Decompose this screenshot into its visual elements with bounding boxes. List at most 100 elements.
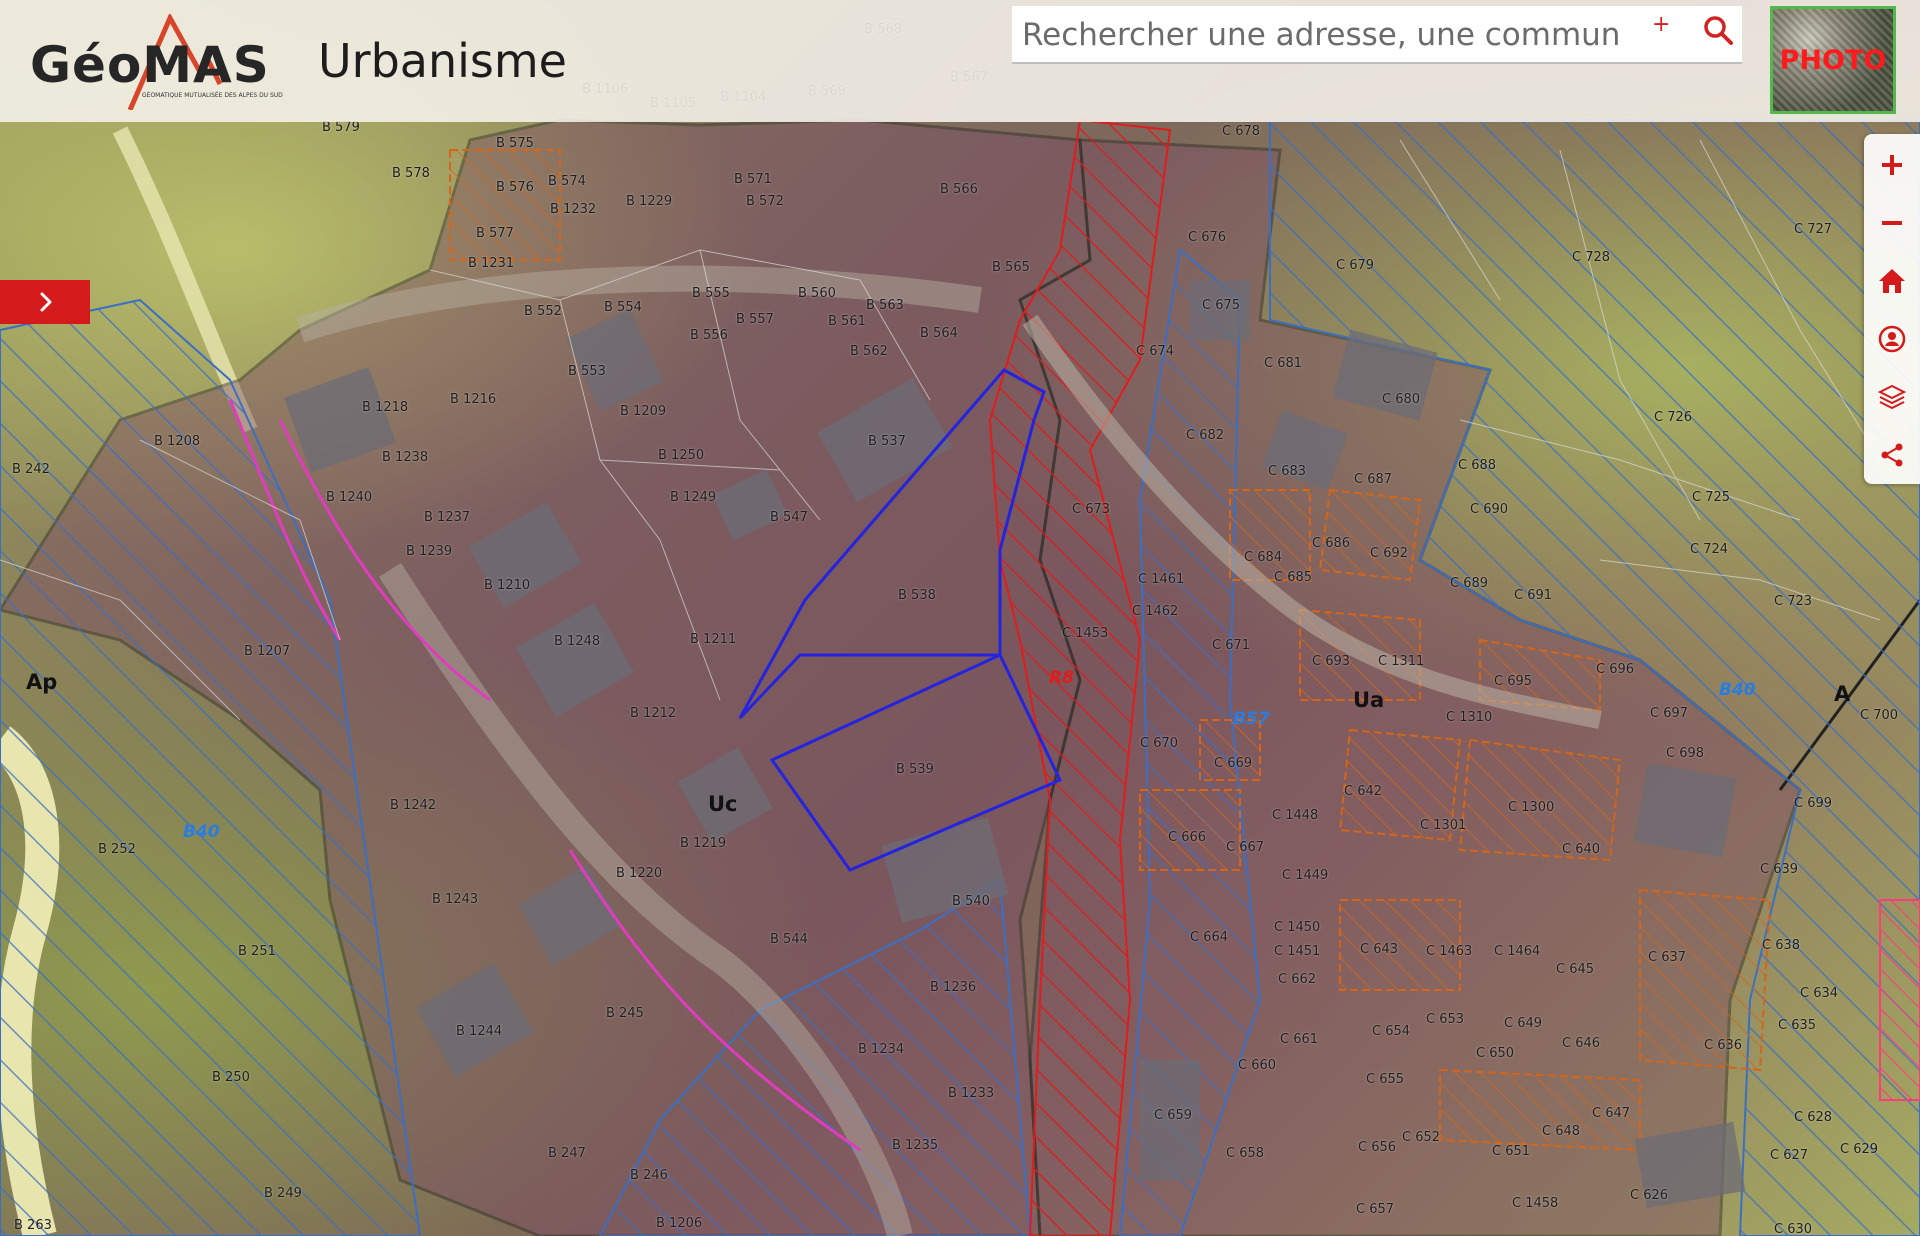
parcel-label-c723[interactable]: C 723 [1774, 594, 1812, 609]
parcel-label-c691[interactable]: C 691 [1514, 588, 1552, 603]
parcel-label-b249[interactable]: B 249 [264, 1186, 302, 1201]
parcel-label-b1244[interactable]: B 1244 [456, 1024, 502, 1039]
parcel-label-c664[interactable]: C 664 [1190, 930, 1228, 945]
parcel-label-c700[interactable]: C 700 [1860, 708, 1898, 723]
parcel-label-c673[interactable]: C 673 [1072, 502, 1110, 517]
parcel-label-b578[interactable]: B 578 [392, 166, 430, 181]
parcel-label-c689[interactable]: C 689 [1450, 576, 1488, 591]
parcel-label-b1231[interactable]: B 1231 [468, 256, 514, 271]
parcel-label-b538[interactable]: B 538 [898, 588, 936, 603]
parcel-label-b1229[interactable]: B 1229 [626, 194, 672, 209]
map-view[interactable]: Ap Uc Ua A B40 B57 B40 R8 B 578 B 575 B 57… [0, 0, 1920, 1236]
parcel-label-b1234[interactable]: B 1234 [858, 1042, 904, 1057]
parcel-label-c685[interactable]: C 685 [1274, 570, 1312, 585]
parcel-label-b1243[interactable]: B 1243 [432, 892, 478, 907]
parcel-label-b571[interactable]: B 571 [734, 172, 772, 187]
parcel-label-c1463[interactable]: C 1463 [1426, 944, 1472, 959]
parcel-label-b554[interactable]: B 554 [604, 300, 642, 315]
parcel-label-c683[interactable]: C 683 [1268, 464, 1306, 479]
parcel-label-c681[interactable]: C 681 [1264, 356, 1302, 371]
parcel-label-c647[interactable]: C 647 [1592, 1106, 1630, 1121]
parcel-label-c657[interactable]: C 657 [1356, 1202, 1394, 1217]
parcel-label-b576[interactable]: B 576 [496, 180, 534, 195]
parcel-label-c696[interactable]: C 696 [1596, 662, 1634, 677]
parcel-label-c1448[interactable]: C 1448 [1272, 808, 1318, 823]
parcel-label-b1233[interactable]: B 1233 [948, 1086, 994, 1101]
parcel-label-c1462[interactable]: C 1462 [1132, 604, 1178, 619]
parcel-label-b1207[interactable]: B 1207 [244, 644, 290, 659]
parcel-label-b564[interactable]: B 564 [920, 326, 958, 341]
parcel-label-c627[interactable]: C 627 [1770, 1148, 1808, 1163]
parcel-label-b1211[interactable]: B 1211 [690, 632, 736, 647]
parcel-label-b556[interactable]: B 556 [690, 328, 728, 343]
parcel-label-c635[interactable]: C 635 [1778, 1018, 1816, 1033]
parcel-label-c650[interactable]: C 650 [1476, 1046, 1514, 1061]
parcel-label-c686[interactable]: C 686 [1312, 536, 1350, 551]
parcel-label-c1301[interactable]: C 1301 [1420, 818, 1466, 833]
parcel-label-c645[interactable]: C 645 [1556, 962, 1594, 977]
parcel-label-c669[interactable]: C 669 [1214, 756, 1252, 771]
parcel-label-c654[interactable]: C 654 [1372, 1024, 1410, 1039]
parcel-label-b561[interactable]: B 561 [828, 314, 866, 329]
parcel-label-c682[interactable]: C 682 [1186, 428, 1224, 443]
parcel-label-c1449[interactable]: C 1449 [1282, 868, 1328, 883]
layers-button[interactable] [1864, 368, 1920, 426]
parcel-label-c671[interactable]: C 671 [1212, 638, 1250, 653]
parcel-label-c678[interactable]: C 678 [1222, 124, 1260, 139]
parcel-label-b263[interactable]: B 263 [14, 1218, 52, 1233]
parcel-label-c1461[interactable]: C 1461 [1138, 572, 1184, 587]
parcel-label-c659[interactable]: C 659 [1154, 1108, 1192, 1123]
parcel-label-b575[interactable]: B 575 [496, 136, 534, 151]
parcel-label-c1453[interactable]: C 1453 [1062, 626, 1108, 641]
parcel-label-c661[interactable]: C 661 [1280, 1032, 1318, 1047]
parcel-label-c648[interactable]: C 648 [1542, 1124, 1580, 1139]
parcel-label-c676[interactable]: C 676 [1188, 230, 1226, 245]
parcel-label-b251[interactable]: B 251 [238, 944, 276, 959]
parcel-label-c680[interactable]: C 680 [1382, 392, 1420, 407]
parcel-label-b547[interactable]: B 547 [770, 510, 808, 525]
parcel-label-c692[interactable]: C 692 [1370, 546, 1408, 561]
parcel-label-c652[interactable]: C 652 [1402, 1130, 1440, 1145]
parcel-label-b553[interactable]: B 553 [568, 364, 606, 379]
parcel-label-b1235[interactable]: B 1235 [892, 1138, 938, 1153]
parcel-label-b1240[interactable]: B 1240 [326, 490, 372, 505]
parcel-label-c687[interactable]: C 687 [1354, 472, 1392, 487]
parcel-label-c688[interactable]: C 688 [1458, 458, 1496, 473]
parcel-label-c670[interactable]: C 670 [1140, 736, 1178, 751]
parcel-label-c630[interactable]: C 630 [1774, 1222, 1812, 1236]
parcel-label-c642[interactable]: C 642 [1344, 784, 1382, 799]
parcel-label-c660[interactable]: C 660 [1238, 1058, 1276, 1073]
parcel-label-b555[interactable]: B 555 [692, 286, 730, 301]
parcel-label-b245[interactable]: B 245 [606, 1006, 644, 1021]
parcel-label-b1232[interactable]: B 1232 [550, 202, 596, 217]
parcel-label-b563[interactable]: B 563 [866, 298, 904, 313]
parcel-label-b246[interactable]: B 246 [630, 1168, 668, 1183]
parcel-label-b1210[interactable]: B 1210 [484, 578, 530, 593]
parcel-label-c656[interactable]: C 656 [1358, 1140, 1396, 1155]
parcel-label-c698[interactable]: C 698 [1666, 746, 1704, 761]
parcel-label-b539[interactable]: B 539 [896, 762, 934, 777]
parcel-label-c638[interactable]: C 638 [1762, 938, 1800, 953]
search-options-plus-icon[interactable]: + [1652, 12, 1670, 37]
parcel-label-b544[interactable]: B 544 [770, 932, 808, 947]
parcel-label-b1206[interactable]: B 1206 [656, 1216, 702, 1231]
parcel-label-c666[interactable]: C 666 [1168, 830, 1206, 845]
parcel-label-c728[interactable]: C 728 [1572, 250, 1610, 265]
photo-basemap-toggle[interactable]: PHOTO [1770, 6, 1896, 114]
parcel-label-c697[interactable]: C 697 [1650, 706, 1688, 721]
home-button[interactable] [1864, 252, 1920, 310]
parcel-label-b250[interactable]: B 250 [212, 1070, 250, 1085]
search-input[interactable] [1020, 12, 1624, 58]
locate-button[interactable] [1864, 310, 1920, 368]
parcel-label-c626[interactable]: C 626 [1630, 1188, 1668, 1203]
parcel-label-c1450[interactable]: C 1450 [1274, 920, 1320, 935]
parcel-label-b1218[interactable]: B 1218 [362, 400, 408, 415]
parcel-label-b1219[interactable]: B 1219 [680, 836, 726, 851]
parcel-label-b1216[interactable]: B 1216 [450, 392, 496, 407]
parcel-label-c1311[interactable]: C 1311 [1378, 654, 1424, 669]
geomas-logo[interactable]: GéoMAS GÉOMATIQUE MUTUALISÉE DES ALPES D… [30, 14, 283, 110]
parcel-label-b574[interactable]: B 574 [548, 174, 586, 189]
parcel-label-c724[interactable]: C 724 [1690, 542, 1728, 557]
search-icon[interactable] [1702, 14, 1734, 46]
parcel-label-c1300[interactable]: C 1300 [1508, 800, 1554, 815]
